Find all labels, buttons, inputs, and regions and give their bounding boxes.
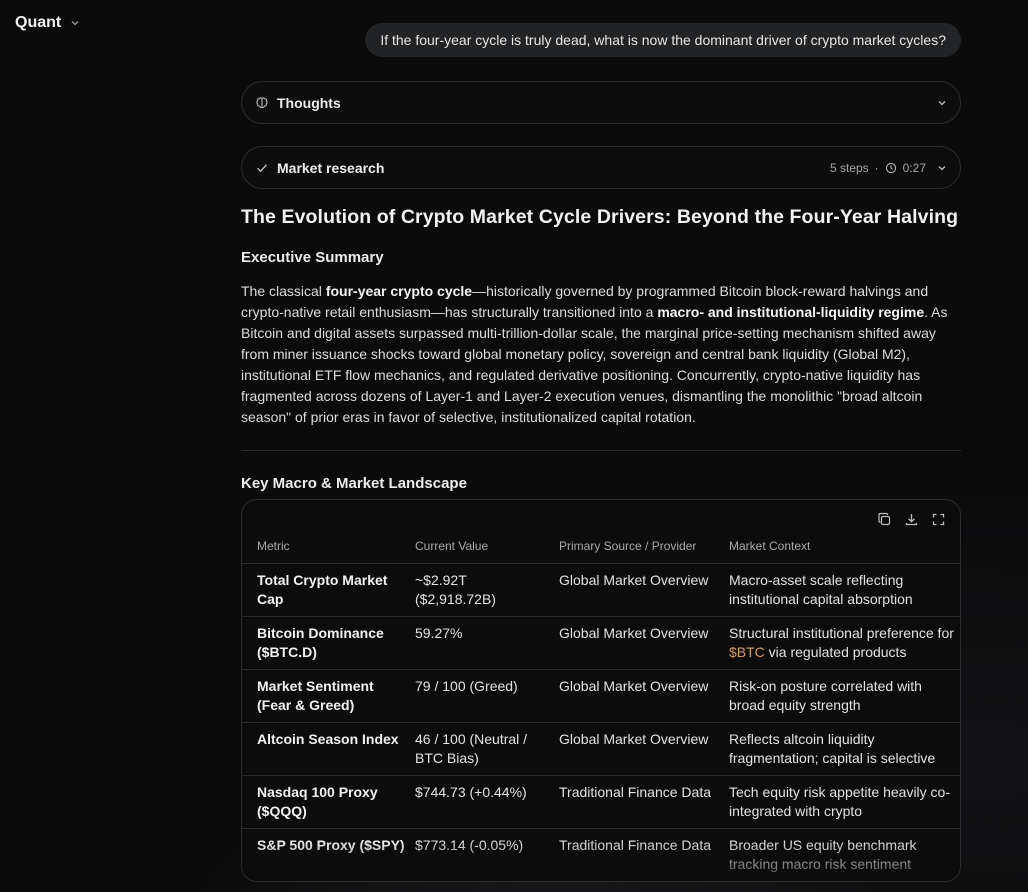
market-research-panel[interactable]: Market research 5 steps · 0:27 bbox=[241, 146, 961, 189]
table-toolbar bbox=[877, 512, 946, 527]
cell-source: Traditional Finance Data bbox=[559, 828, 729, 881]
column-header-source: Primary Source / Provider bbox=[559, 534, 729, 564]
table-row: Total Crypto Market Cap ~$2.92T ($2,918.… bbox=[242, 563, 960, 617]
cell-source: Global Market Overview bbox=[559, 669, 729, 723]
thoughts-panel[interactable]: Thoughts bbox=[241, 81, 961, 124]
research-separator: · bbox=[874, 160, 879, 175]
cell-source: Global Market Overview bbox=[559, 722, 729, 776]
cell-value: ~$2.92T ($2,918.72B) bbox=[415, 563, 559, 617]
chevron-down-icon bbox=[938, 100, 946, 105]
cell-context: Tech equity risk appetite heavily co-int… bbox=[729, 775, 960, 829]
cell-context: Risk-on posture correlated with broad eq… bbox=[729, 669, 960, 723]
table-header-row: Metric Current Value Primary Source / Pr… bbox=[242, 534, 960, 564]
column-header-current-value: Current Value bbox=[415, 534, 559, 564]
research-steps: 5 steps bbox=[829, 160, 869, 175]
cell-metric: Total Crypto Market Cap bbox=[242, 563, 415, 617]
executive-summary-heading: Executive Summary bbox=[241, 249, 384, 266]
cell-value: 79 / 100 (Greed) bbox=[415, 669, 559, 723]
check-icon bbox=[257, 163, 268, 172]
thoughts-label: Thoughts bbox=[277, 94, 341, 111]
cell-metric: Bitcoin Dominance ($BTC.D) bbox=[242, 616, 415, 670]
landscape-heading: Key Macro & Market Landscape bbox=[241, 475, 467, 492]
cell-source: Traditional Finance Data bbox=[559, 775, 729, 829]
cell-source: Global Market Overview bbox=[559, 563, 729, 617]
user-message-bubble: If the four-year cycle is truly dead, wh… bbox=[365, 23, 961, 57]
cell-metric: S&P 500 Proxy ($SPY) bbox=[242, 828, 415, 881]
research-duration: 0:27 bbox=[902, 160, 926, 175]
chevron-down-icon bbox=[71, 21, 79, 26]
cell-metric: Nasdaq 100 Proxy ($QQQ) bbox=[242, 775, 415, 829]
executive-summary-paragraph: The classical four-year crypto cycle—his… bbox=[241, 283, 948, 425]
cell-value: $744.73 (+0.44%) bbox=[415, 775, 559, 829]
column-header-metric: Metric bbox=[242, 534, 415, 564]
column-header-context: Market Context bbox=[729, 534, 960, 564]
expand-icon[interactable] bbox=[931, 512, 946, 527]
cell-context: Reflects altcoin liquidity fragmentation… bbox=[729, 722, 960, 776]
cell-context: Structural institutional preference for … bbox=[729, 616, 960, 670]
research-label: Market research bbox=[277, 159, 385, 176]
cell-metric: Altcoin Season Index bbox=[242, 722, 415, 776]
cell-value: 59.27% bbox=[415, 616, 559, 670]
cell-context: Broader US equity benchmark tracking mac… bbox=[729, 828, 960, 881]
table-row: Nasdaq 100 Proxy ($QQQ) $744.73 (+0.44%)… bbox=[242, 775, 960, 829]
cell-context: Macro-asset scale reflecting institution… bbox=[729, 563, 960, 617]
market-landscape-table-card: Metric Current Value Primary Source / Pr… bbox=[241, 499, 961, 882]
download-icon[interactable] bbox=[904, 512, 919, 527]
cell-value: 46 / 100 (Neutral / BTC Bias) bbox=[415, 722, 559, 776]
clock-icon bbox=[885, 162, 896, 173]
table-row: S&P 500 Proxy ($SPY) $773.14 (-0.05%) Tr… bbox=[242, 828, 960, 881]
ticker-link[interactable]: $BTC bbox=[729, 644, 765, 660]
section-divider bbox=[241, 450, 961, 451]
brain-icon bbox=[256, 96, 268, 108]
article-title: The Evolution of Crypto Market Cycle Dri… bbox=[241, 206, 959, 228]
cell-value: $773.14 (-0.05%) bbox=[415, 828, 559, 881]
market-landscape-table: Metric Current Value Primary Source / Pr… bbox=[242, 534, 960, 881]
cell-source: Global Market Overview bbox=[559, 616, 729, 670]
table-row: Altcoin Season Index 46 / 100 (Neutral /… bbox=[242, 722, 960, 776]
chevron-down-icon bbox=[938, 165, 946, 170]
cell-metric: Market Sentiment (Fear & Greed) bbox=[242, 669, 415, 723]
copy-icon[interactable] bbox=[877, 512, 892, 527]
table-row: Market Sentiment (Fear & Greed) 79 / 100… bbox=[242, 669, 960, 723]
model-name: Quant bbox=[15, 14, 62, 31]
table-row: Bitcoin Dominance ($BTC.D) 59.27% Global… bbox=[242, 616, 960, 670]
model-selector[interactable]: Quant bbox=[15, 14, 81, 32]
